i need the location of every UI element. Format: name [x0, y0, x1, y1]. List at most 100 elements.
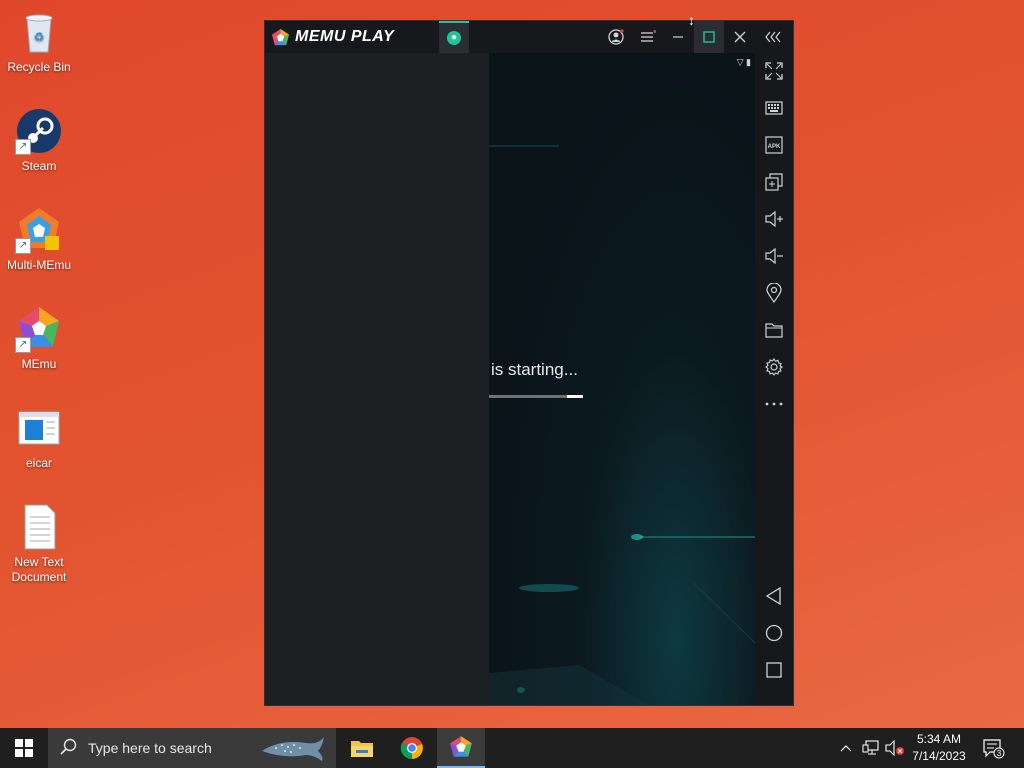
memu-logo-icon — [271, 28, 290, 45]
boot-progress-fill — [567, 395, 583, 398]
shortcut-arrow-icon: ↗ — [15, 337, 31, 353]
windows-logo-icon — [15, 739, 33, 757]
memu-taskbar-icon — [450, 736, 472, 757]
taskbar-memu[interactable] — [437, 728, 485, 768]
account-icon — [608, 29, 624, 45]
desktop-icon-eicar[interactable]: eicar — [2, 404, 76, 471]
settings-button[interactable] — [755, 353, 793, 381]
desktop-icon-memu[interactable]: ↗ MEmu — [2, 305, 76, 372]
network-icon — [862, 740, 879, 755]
desktop-icon-multi-memu[interactable]: ↗ Multi-MEmu — [2, 206, 76, 273]
memu-window: MEMU PLAY ● ▽ ▮ is starting... APK — [264, 20, 794, 706]
svg-text:♻: ♻ — [34, 30, 45, 44]
taskbar: Type here to search 5:34 AM 7/14/2023 3 — [0, 728, 1024, 768]
fullscreen-icon — [765, 62, 783, 80]
memu-icon: ↗ — [15, 305, 63, 353]
menu-button[interactable] — [633, 21, 663, 53]
collapse-sidebar-button[interactable] — [759, 21, 789, 53]
text-document-icon — [15, 503, 63, 551]
fullscreen-button[interactable] — [755, 57, 793, 85]
back-icon — [766, 587, 781, 605]
memu-logo-text: MEMU PLAY — [295, 28, 395, 45]
install-apk-button[interactable]: APK — [755, 131, 793, 159]
desktop-icon-new-text-document[interactable]: New Text Document — [2, 503, 76, 585]
chevron-up-icon — [840, 745, 852, 752]
keyboard-button[interactable] — [755, 94, 793, 122]
multi-window-icon — [765, 173, 783, 191]
memu-toolbar: APK — [755, 53, 793, 705]
folder-icon — [765, 323, 783, 338]
search-placeholder: Type here to search — [88, 740, 212, 756]
svg-text:APK: APK — [768, 144, 781, 150]
keyboard-icon — [765, 101, 783, 115]
eicar-file-icon — [15, 404, 63, 452]
tab-android-home[interactable]: ● — [439, 21, 469, 53]
android-back-button[interactable] — [755, 582, 793, 610]
android-home-button[interactable] — [755, 619, 793, 647]
volume-down-icon — [765, 247, 783, 265]
start-button[interactable] — [0, 728, 48, 768]
recycle-bin-icon: ♻ — [15, 8, 63, 56]
account-button[interactable] — [601, 21, 631, 53]
desktop-icon-label: Multi-MEmu — [6, 258, 71, 272]
android-screen[interactable]: ▽ ▮ is starting... — [489, 53, 755, 705]
boot-progress-bar — [489, 395, 583, 398]
clock-date: 7/14/2023 — [912, 749, 966, 763]
shortcut-arrow-icon: ↗ — [15, 139, 31, 155]
recents-icon — [766, 662, 782, 678]
close-icon — [734, 31, 746, 43]
steam-icon: ↗ — [15, 107, 63, 155]
left-panel — [265, 53, 489, 705]
settings-icon — [765, 358, 783, 376]
location-button[interactable] — [755, 279, 793, 307]
desktop-icon-label: MEmu — [21, 357, 57, 371]
action-center-button[interactable]: 3 — [980, 728, 1006, 768]
resize-cursor-icon: ↕ — [688, 12, 695, 28]
desktop-icon-label: New Text Document — [11, 555, 67, 584]
desktop-icon-label: Steam — [21, 159, 57, 173]
shortcut-arrow-icon: ↗ — [15, 238, 31, 254]
desktop-icon-steam[interactable]: ↗ Steam — [2, 107, 76, 174]
hamburger-menu-icon — [641, 30, 656, 42]
more-button[interactable] — [755, 390, 793, 418]
multi-window-button[interactable] — [755, 168, 793, 196]
notifications-icon: 3 — [983, 739, 1005, 759]
maximize-button[interactable] — [694, 21, 724, 53]
multi-memu-icon: ↗ — [15, 206, 63, 254]
close-button[interactable] — [725, 21, 755, 53]
desktop-icon-label: Recycle Bin — [7, 60, 71, 74]
show-hidden-icons-button[interactable] — [836, 728, 856, 768]
memu-titlebar[interactable]: MEMU PLAY ● — [265, 21, 793, 53]
taskbar-file-explorer[interactable] — [338, 728, 386, 768]
volume-up-button[interactable] — [755, 205, 793, 233]
volume-up-icon — [765, 210, 783, 228]
volume-down-button[interactable] — [755, 242, 793, 270]
more-icon — [765, 402, 783, 406]
shared-folder-button[interactable] — [755, 316, 793, 344]
clock-time: 5:34 AM — [916, 732, 962, 746]
boot-status-text: is starting... — [491, 360, 578, 379]
wifi-icon: ▽ — [736, 57, 744, 67]
status-bar: ▽ ▮ — [737, 57, 751, 68]
network-button[interactable] — [860, 728, 882, 768]
taskbar-chrome[interactable] — [388, 728, 436, 768]
maximize-icon — [703, 31, 715, 43]
file-explorer-icon — [351, 741, 373, 757]
taskbar-clock[interactable]: 5:34 AM 7/14/2023 — [900, 731, 978, 765]
battery-icon: ▮ — [746, 57, 751, 67]
whale-shark-search-highlight-icon — [262, 737, 324, 761]
home-icon — [765, 624, 783, 642]
search-icon — [60, 738, 77, 755]
android-recents-button[interactable] — [755, 656, 793, 684]
taskbar-search-box[interactable]: Type here to search — [48, 728, 336, 768]
triple-chevron-left-icon — [765, 31, 781, 43]
desktop-icon-recycle-bin[interactable]: ♻ Recycle Bin — [2, 8, 76, 75]
minimize-icon — [673, 36, 683, 38]
location-icon — [766, 283, 782, 303]
android-tab-icon: ● — [447, 31, 461, 45]
notification-count: 3 — [997, 749, 1002, 758]
memu-logo: MEMU PLAY — [271, 27, 394, 47]
chrome-icon — [400, 737, 423, 760]
desktop-icon-label: eicar — [25, 456, 52, 470]
apk-icon: APK — [765, 136, 783, 154]
